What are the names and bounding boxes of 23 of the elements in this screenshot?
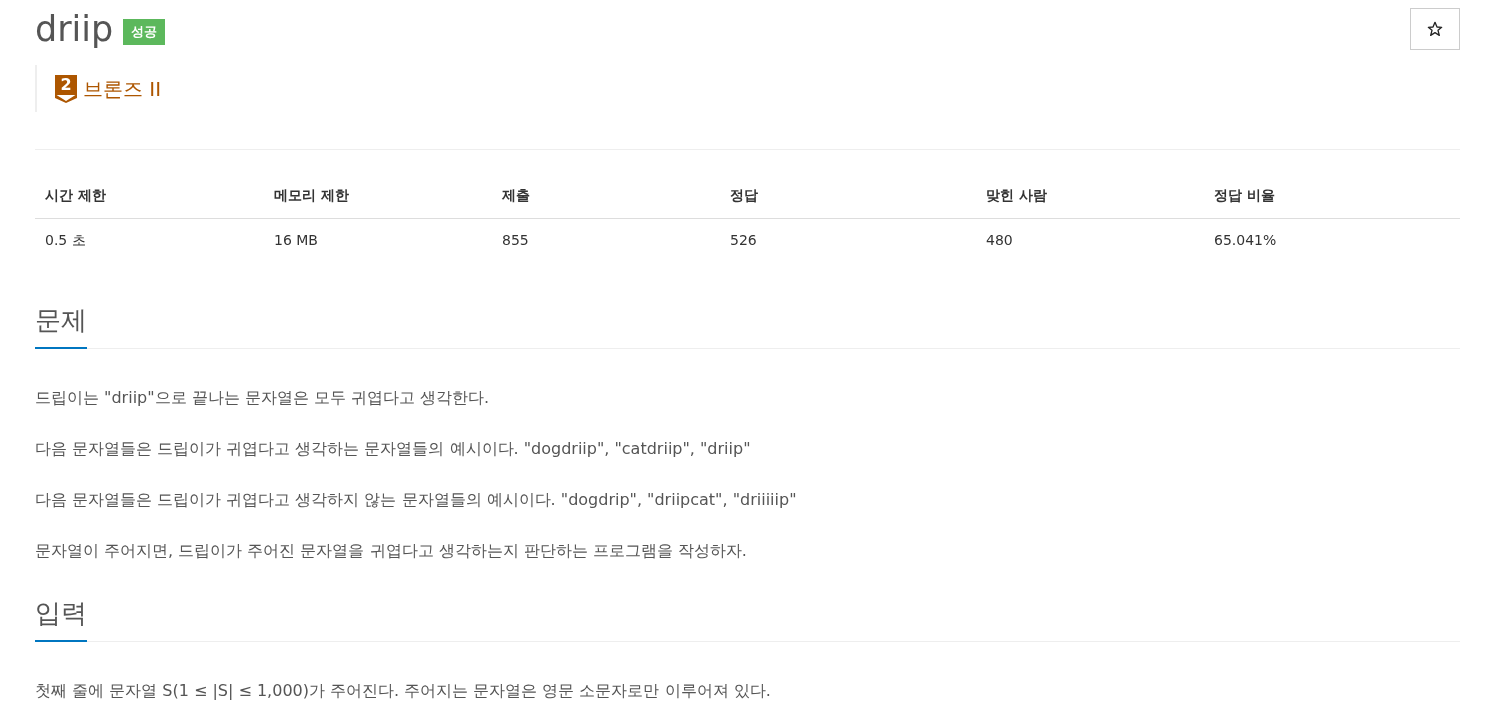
table-cell-text: 16 MB [273, 231, 319, 250]
column-header: 제출 [501, 186, 531, 205]
table-cell-text: 526 [729, 231, 758, 250]
column-header: 시간 제한 [44, 186, 107, 205]
problem-title: driip [35, 9, 114, 49]
table-cell-text: 855 [501, 231, 530, 250]
problem-paragraph: 다음 문자열들은 드립이가 귀엽다고 생각하는 문자열들의 예시이다. "dogdriip", "catdriip", "driip" [35, 438, 752, 460]
table-cell-text: 65.041% [1213, 231, 1278, 250]
problem-paragraph: 첫째 줄에 문자열 S(1 ≤ |S| ≤ 1,000)가 주어진다. 주어지는 문자열은 영문 소문자로만 이루어져 있다. [35, 680, 772, 702]
problem-paragraph: 다음 문자열들은 드립이가 귀엽다고 생각하지 않는 문자열들의 예시이다. "dogdrip", "driipcat", "driiiiip" [35, 489, 798, 511]
star-button[interactable] [1410, 8, 1460, 50]
result-badge: 성공 [123, 19, 166, 45]
column-header: 정답 [729, 186, 759, 205]
tier-name[interactable]: 브론즈 II [83, 74, 162, 103]
problem-paragraph: 문자열이 주어지면, 드립이가 주어진 문자열을 귀엽다고 생각하는지 판단하는 프로그램을 작성하자. [35, 540, 748, 562]
section-heading: 문제 [35, 302, 87, 349]
problem-paragraph: 드립이는 "driip"으로 끝나는 문자열은 모두 귀엽다고 생각한다. [35, 387, 491, 409]
section-heading: 입력 [35, 595, 87, 642]
column-header: 정답 비율 [1213, 186, 1276, 205]
column-header: 메모리 제한 [273, 186, 350, 205]
table-cell-text: 0.5 초 [44, 231, 87, 250]
column-header: 맞힌 사람 [985, 186, 1048, 205]
table-cell-text: 480 [985, 231, 1014, 250]
